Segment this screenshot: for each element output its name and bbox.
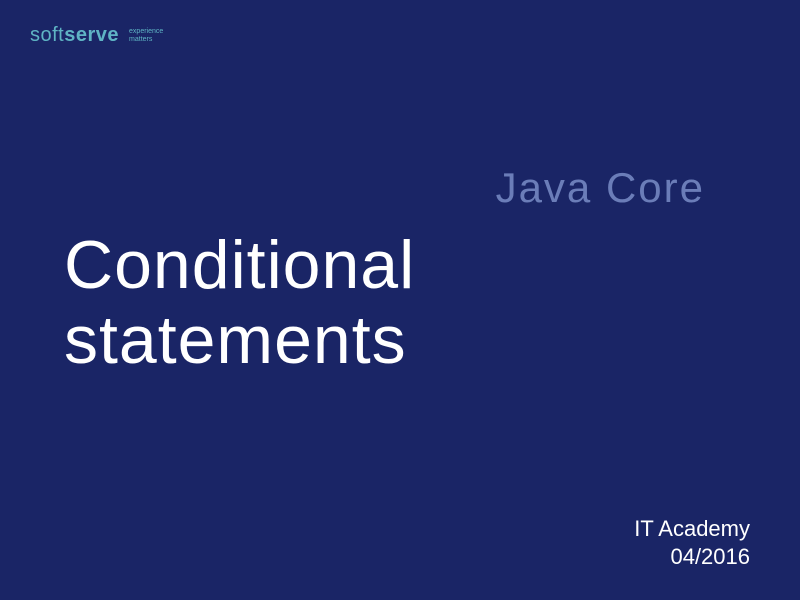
logo-text: softserve	[30, 24, 119, 47]
slide-title: Conditionalstatements	[64, 228, 415, 378]
logo-tagline: experience matters	[129, 28, 163, 43]
logo-soft: soft	[30, 24, 64, 46]
slide-footer: IT Academy 04/2016	[634, 515, 750, 572]
slide-subtitle: Java Core	[496, 164, 705, 212]
logo-serve: serve	[64, 24, 119, 46]
footer-line1: IT Academy	[634, 515, 750, 544]
footer-line2: 04/2016	[634, 543, 750, 572]
logo: softserve experience matters	[30, 24, 163, 47]
logo-tagline-line1: experience	[129, 28, 163, 35]
logo-tagline-line2: matters	[129, 36, 152, 43]
